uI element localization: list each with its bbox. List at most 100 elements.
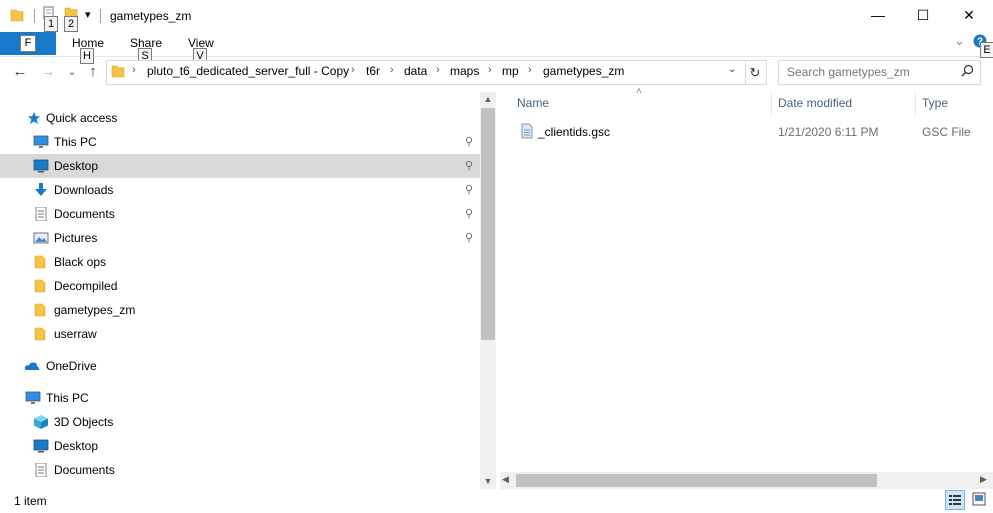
download-icon — [35, 183, 47, 196]
picture-icon — [33, 232, 49, 244]
search-box[interactable] — [778, 60, 981, 85]
nav-item-onedrive[interactable]: OneDrive — [0, 354, 480, 378]
scroll-right-button[interactable]: ▶ — [980, 474, 987, 485]
pin-icon: ⚲ — [465, 160, 474, 172]
nav-label: Desktop — [54, 439, 99, 453]
folder-icon — [111, 65, 125, 78]
pin-icon: ⚲ — [465, 232, 474, 244]
nav-item-pc-documents[interactable]: Documents — [0, 458, 480, 482]
nav-item-gametypes-zm[interactable]: gametypes_zm — [0, 298, 480, 322]
column-divider[interactable] — [915, 92, 916, 116]
navigation-pane: Quick access This PC ⚲ Desktop ⚲ Downloa… — [0, 92, 480, 489]
nav-label: 3D Objects — [54, 415, 114, 429]
document-icon — [35, 207, 47, 221]
folder-icon — [10, 9, 24, 22]
breadcrumb-item[interactable]: maps — [450, 64, 479, 78]
breadcrumb-separator[interactable]: › — [528, 64, 532, 76]
nav-label: Documents — [54, 463, 115, 477]
file-name: _clientids.gsc — [538, 125, 611, 139]
file-type: GSC File — [922, 125, 971, 139]
breadcrumb-separator[interactable]: › — [351, 64, 355, 76]
nav-label: This PC — [54, 135, 97, 149]
nav-label: gametypes_zm — [54, 303, 136, 317]
breadcrumb-item[interactable]: t6r — [366, 64, 380, 78]
keytip-new-folder: 2 — [64, 16, 78, 32]
nav-item-this-pc[interactable]: This PC ⚲ — [0, 130, 480, 154]
pin-icon: ⚲ — [465, 184, 474, 196]
file-row[interactable]: _clientids.gsc 1/21/2020 6:11 PM GSC Fil… — [504, 119, 974, 143]
sort-ascending-icon: ˄ — [636, 86, 642, 97]
keytip-file: F — [20, 35, 36, 52]
folder-icon — [34, 255, 46, 269]
breadcrumb-item[interactable]: pluto_t6_dedicated_server_full - Copy — [147, 64, 349, 78]
status-item-count: 1 item — [14, 494, 47, 508]
minimize-button[interactable]: — — [855, 0, 901, 32]
cloud-icon — [24, 362, 40, 370]
large-icons-view-icon[interactable] — [970, 490, 988, 508]
nav-item-this-pc-root[interactable]: This PC — [0, 386, 480, 410]
expand-ribbon-button[interactable]: ⌄ — [954, 33, 965, 49]
monitor-icon — [33, 135, 49, 148]
nav-quick-access[interactable]: Quick access — [0, 106, 480, 130]
column-divider[interactable] — [771, 92, 772, 116]
column-header-date-modified[interactable]: Date modified — [778, 96, 852, 110]
star-icon — [27, 111, 41, 125]
breadcrumb-separator[interactable]: › — [488, 64, 492, 76]
column-header-name[interactable]: Name — [517, 96, 549, 110]
close-button[interactable]: ✕ — [946, 0, 992, 32]
nav-item-pictures[interactable]: Pictures ⚲ — [0, 226, 480, 250]
nav-label: Black ops — [54, 255, 107, 269]
scroll-left-button[interactable]: ◀ — [502, 474, 509, 485]
file-date-modified: 1/21/2020 6:11 PM — [778, 125, 879, 139]
forward-button[interactable]: → — [38, 62, 58, 82]
desktop-icon — [33, 159, 49, 173]
nav-label: Desktop — [54, 159, 99, 173]
toolbar-divider — [100, 9, 101, 23]
nav-item-3d-objects[interactable]: 3D Objects — [0, 410, 480, 434]
nav-item-documents[interactable]: Documents ⚲ — [0, 202, 480, 226]
nav-label: Documents — [54, 207, 115, 221]
nav-item-userraw[interactable]: userraw — [0, 322, 480, 346]
nav-item-black-ops[interactable]: Black ops — [0, 250, 480, 274]
document-icon — [35, 463, 47, 477]
nav-label: This PC — [46, 391, 89, 405]
folder-icon — [34, 327, 46, 341]
details-view-icon[interactable] — [945, 490, 965, 510]
recent-locations-button[interactable]: ⌄ — [62, 62, 82, 82]
scroll-up-button[interactable]: ▲ — [480, 94, 496, 104]
breadcrumb-separator[interactable]: › — [390, 64, 394, 76]
window-title: gametypes_zm — [110, 9, 192, 23]
nav-item-downloads[interactable]: Downloads ⚲ — [0, 178, 480, 202]
desktop-icon — [33, 439, 49, 453]
breadcrumb-item[interactable]: gametypes_zm — [543, 64, 624, 78]
nav-label: Pictures — [54, 231, 98, 245]
scroll-down-button[interactable]: ▼ — [480, 476, 496, 486]
gsc-file-icon — [521, 123, 533, 139]
search-input[interactable] — [787, 65, 947, 79]
nav-label: Downloads — [54, 183, 114, 197]
nav-item-desktop[interactable]: Desktop ⚲ — [0, 154, 480, 178]
scrollbar-thumb[interactable] — [516, 474, 877, 487]
nav-item-decompiled[interactable]: Decompiled — [0, 274, 480, 298]
breadcrumb-item[interactable]: mp — [502, 64, 519, 78]
refresh-button[interactable]: ↻ — [744, 60, 767, 85]
folder-icon — [34, 303, 46, 317]
scrollbar-thumb[interactable] — [481, 108, 495, 340]
address-dropdown-button[interactable]: ⌄ — [728, 64, 736, 75]
monitor-icon — [25, 391, 41, 404]
pin-icon: ⚲ — [465, 136, 474, 148]
column-header-type[interactable]: Type — [922, 96, 948, 110]
nav-item-pc-desktop[interactable]: Desktop — [0, 434, 480, 458]
nav-label: Decompiled — [54, 279, 118, 293]
maximize-button[interactable]: ☐ — [900, 0, 946, 32]
breadcrumb-separator[interactable]: › — [132, 64, 136, 76]
breadcrumb-item[interactable]: data — [404, 64, 427, 78]
breadcrumb-separator[interactable]: › — [436, 64, 440, 76]
search-icon[interactable] — [961, 64, 974, 77]
back-button[interactable]: ← — [10, 62, 30, 82]
customize-toolbar-dropdown[interactable]: ▾ — [85, 8, 91, 21]
folder-icon — [34, 279, 46, 293]
toolbar-divider — [34, 9, 35, 23]
keytip-help: E — [980, 42, 993, 58]
up-button[interactable]: ↑ — [83, 62, 103, 82]
